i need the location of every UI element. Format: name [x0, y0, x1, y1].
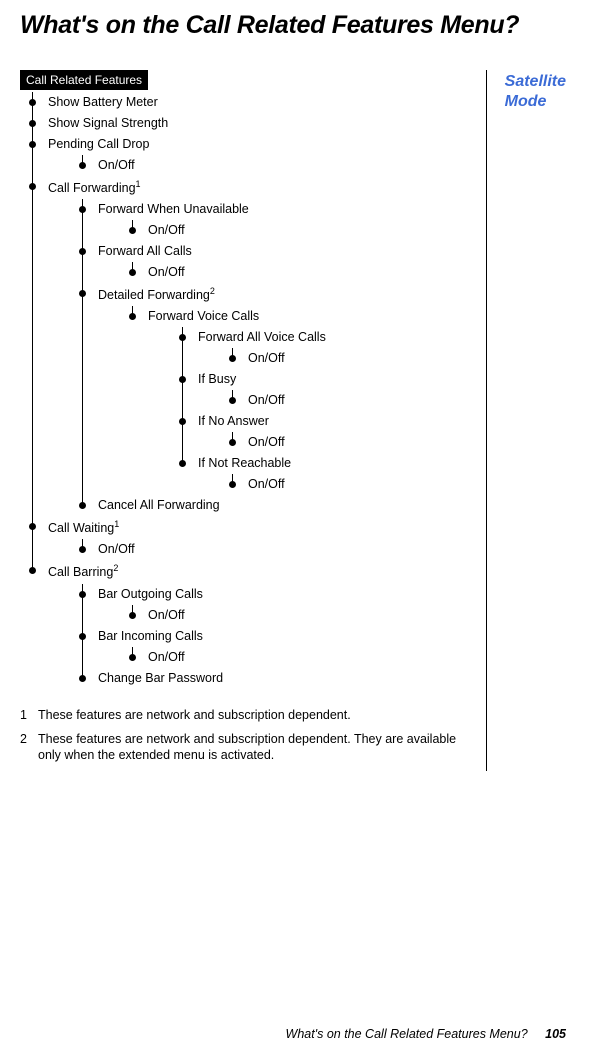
tree-item-label: Call Waiting1 — [48, 516, 119, 539]
tree-item-label: Forward All Calls — [98, 241, 192, 262]
footnote-number: 1 — [20, 707, 38, 723]
text: Call Waiting — [48, 521, 114, 535]
tree-node: Show Battery Meter — [20, 92, 466, 113]
tree-node: On/Off — [120, 605, 466, 626]
tree-node: Forward All Voice Calls On/Off — [170, 327, 466, 369]
tree-item-label: On/Off — [148, 220, 185, 241]
tree-node: Forward Voice Calls Forward All Voice Ca… — [120, 306, 466, 495]
footnote-text: These features are network and subscript… — [38, 731, 466, 764]
tree-item-label: If No Answer — [198, 411, 269, 432]
tree-item-label: On/Off — [248, 390, 285, 411]
footer-text: What's on the Call Related Features Menu… — [286, 1027, 528, 1041]
tree-node: Call Forwarding1 Forward When Unavailabl… — [20, 176, 466, 516]
superscript: 1 — [136, 179, 141, 189]
tree-node: Pending Call Drop On/Off — [20, 134, 466, 176]
page-footer: What's on the Call Related Features Menu… — [286, 1027, 566, 1041]
tree-node: On/Off — [120, 647, 466, 668]
footnote-text: These features are network and subscript… — [38, 707, 351, 723]
menu-tree: Show Battery Meter Show Signal Strength … — [20, 92, 466, 689]
tree-item-label: Call Forwarding1 — [48, 176, 141, 199]
tree-node: On/Off — [220, 390, 466, 411]
tree-column: Call Related Features Show Battery Meter… — [20, 70, 466, 771]
tree-item-label: Show Battery Meter — [48, 92, 158, 113]
text: Call Forwarding — [48, 181, 136, 195]
tree-item-label: If Busy — [198, 369, 236, 390]
sidebar-label-line: Mode — [505, 93, 547, 110]
footnote: 2 These features are network and subscri… — [20, 731, 466, 764]
footnotes: 1 These features are network and subscri… — [20, 707, 466, 764]
footnote-number: 2 — [20, 731, 38, 764]
tree-item-label: Cancel All Forwarding — [98, 495, 220, 516]
tree-node: If No Answer On/Off — [170, 411, 466, 453]
tree-node: Cancel All Forwarding — [70, 495, 466, 516]
tree-node: Forward All Calls On/Off — [70, 241, 466, 283]
tree-item-label: Call Barring2 — [48, 560, 118, 583]
tree-node: If Busy On/Off — [170, 369, 466, 411]
tree-node: On/Off — [70, 155, 466, 176]
tree-node: Forward When Unavailable On/Off — [70, 199, 466, 241]
content-wrapper: Call Related Features Show Battery Meter… — [20, 70, 566, 771]
tree-node: On/Off — [220, 432, 466, 453]
tree-item-label: Bar Incoming Calls — [98, 626, 203, 647]
text: Call Barring — [48, 566, 113, 580]
superscript: 2 — [113, 563, 118, 573]
text: Detailed Forwarding — [98, 288, 210, 302]
tree-item-label: On/Off — [148, 262, 185, 283]
tree-item-label: Pending Call Drop — [48, 134, 149, 155]
tree-node: Detailed Forwarding2 Forward Voice Calls… — [70, 283, 466, 495]
tree-node: On/Off — [220, 348, 466, 369]
sidebar-label-line: Satellite — [505, 73, 566, 90]
page-number: 105 — [545, 1027, 566, 1041]
tree-item-label: On/Off — [248, 432, 285, 453]
tree-item-label: Forward When Unavailable — [98, 199, 249, 220]
tree-item-label: On/Off — [148, 605, 185, 626]
footnote: 1 These features are network and subscri… — [20, 707, 466, 723]
tree-node: On/Off — [120, 262, 466, 283]
tree-node: On/Off — [220, 474, 466, 495]
tree-item-label: On/Off — [248, 474, 285, 495]
tree-item-label: On/Off — [148, 647, 185, 668]
page-heading: What's on the Call Related Features Menu… — [20, 10, 566, 40]
sidebar-label: Satellite Mode — [505, 72, 566, 112]
superscript: 1 — [114, 519, 119, 529]
tree-item-label: Bar Outgoing Calls — [98, 584, 203, 605]
tree-node: Call Barring2 Bar Outgoing Calls On/Off … — [20, 560, 466, 688]
tree-item-label: Show Signal Strength — [48, 113, 168, 134]
tree-item-label: Forward Voice Calls — [148, 306, 259, 327]
tree-node: Show Signal Strength — [20, 113, 466, 134]
tree-node: Bar Outgoing Calls On/Off — [70, 584, 466, 626]
tree-item-label: If Not Reachable — [198, 453, 291, 474]
root-tag: Call Related Features — [20, 70, 148, 90]
tree-node: Change Bar Password — [70, 668, 466, 689]
sidebar-column: Satellite Mode — [486, 70, 566, 771]
tree-item-label: Detailed Forwarding2 — [98, 283, 215, 306]
tree-item-label: On/Off — [98, 155, 135, 176]
tree-node: On/Off — [70, 539, 466, 560]
tree-node: Call Waiting1 On/Off — [20, 516, 466, 560]
tree-item-label: On/Off — [98, 539, 135, 560]
tree-node: Bar Incoming Calls On/Off — [70, 626, 466, 668]
tree-node: If Not Reachable On/Off — [170, 453, 466, 495]
tree-node: On/Off — [120, 220, 466, 241]
tree-item-label: On/Off — [248, 348, 285, 369]
superscript: 2 — [210, 286, 215, 296]
tree-item-label: Forward All Voice Calls — [198, 327, 326, 348]
tree-item-label: Change Bar Password — [98, 668, 223, 689]
